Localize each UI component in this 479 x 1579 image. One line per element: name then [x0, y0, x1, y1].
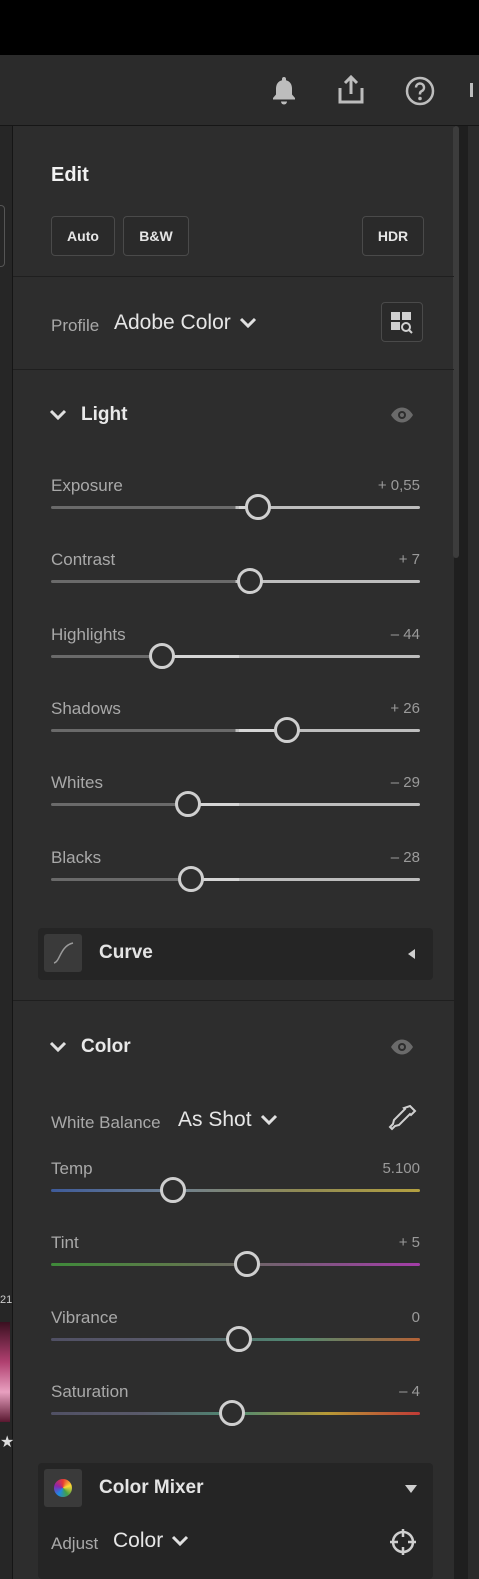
help-icon[interactable] — [402, 73, 438, 109]
light-section-title[interactable]: Light — [81, 404, 127, 426]
tint-value[interactable]: + 5 — [320, 1234, 420, 1251]
color-mixer-title[interactable]: Color Mixer — [99, 1477, 204, 1499]
adjust-dropdown[interactable]: Color — [113, 1529, 189, 1553]
chevron-down-icon — [260, 1114, 277, 1126]
highlights-label: Highlights — [51, 624, 126, 644]
contrast-value[interactable]: + 7 — [320, 551, 420, 568]
white-balance-label: White Balance — [51, 1113, 161, 1132]
temp-slider-handle[interactable] — [159, 1177, 186, 1203]
blacks-slider-handle[interactable] — [178, 865, 205, 892]
saturation-label: Saturation — [51, 1381, 129, 1401]
whites-value[interactable]: – 29 — [320, 774, 420, 791]
tint-label: Tint — [51, 1233, 79, 1253]
shadows-label: Shadows — [51, 698, 121, 718]
section-divider — [13, 369, 454, 370]
edit-panel-scrollbar[interactable] — [453, 126, 459, 558]
profile-grid-icon — [391, 312, 413, 334]
section-divider — [13, 1000, 454, 1001]
saturation-value[interactable]: – 4 — [320, 1383, 420, 1400]
caret-left-icon — [408, 949, 415, 959]
filmstrip-selection-frame — [0, 205, 5, 267]
auto-button[interactable]: Auto — [51, 216, 115, 256]
adjust-value: Color — [113, 1529, 164, 1552]
shadows-slider-track[interactable] — [51, 728, 420, 732]
edit-panel-title: Edit — [51, 164, 89, 186]
blacks-value[interactable]: – 28 — [320, 849, 420, 866]
photo-thumbnail[interactable] — [0, 1322, 10, 1422]
color-mixer-panel: Color Mixer Adjust Color — [38, 1463, 433, 1579]
toolbar — [0, 55, 479, 126]
exposure-slider-handle[interactable] — [244, 494, 271, 520]
light-collapse-chevron-icon[interactable] — [49, 409, 67, 421]
section-divider — [13, 276, 454, 277]
temp-slider-track[interactable] — [51, 1189, 420, 1192]
window-top-bar — [0, 0, 479, 55]
profile-dropdown[interactable]: Adobe Color — [114, 311, 257, 335]
vibrance-value[interactable]: 0 — [320, 1309, 420, 1326]
temp-value[interactable]: 5.100 — [320, 1160, 420, 1177]
whites-slider-handle[interactable] — [174, 791, 201, 818]
color-mixer-icon — [44, 1469, 82, 1507]
photo-count-badge: 21 — [0, 1294, 13, 1306]
share-icon[interactable] — [333, 72, 369, 108]
toolbar-overflow-icon[interactable] — [470, 83, 479, 97]
curve-panel[interactable]: Curve — [38, 928, 433, 980]
saturation-slider-handle[interactable] — [218, 1399, 245, 1426]
temp-label: Temp — [51, 1159, 93, 1178]
shadows-value[interactable]: + 26 — [320, 700, 420, 717]
white-balance-value: As Shot — [178, 1108, 252, 1131]
chevron-down-icon — [172, 1535, 189, 1547]
vibrance-label: Vibrance — [51, 1307, 118, 1327]
bell-icon[interactable] — [268, 73, 300, 107]
vibrance-slider-handle[interactable] — [226, 1325, 253, 1352]
whites-label: Whites — [51, 773, 103, 793]
exposure-label: Exposure — [51, 476, 123, 495]
highlights-slider-handle[interactable] — [148, 642, 175, 669]
hdr-button[interactable]: HDR — [362, 216, 424, 256]
profile-label: Profile — [51, 316, 100, 335]
light-visibility-eye-icon[interactable] — [390, 406, 414, 424]
profile-browser-button[interactable] — [381, 302, 423, 342]
black-white-button[interactable]: B&W — [123, 216, 189, 256]
profile-value: Adobe Color — [114, 311, 231, 334]
contrast-slider-track[interactable] — [51, 580, 420, 584]
white-balance-dropdown[interactable]: As Shot — [178, 1108, 278, 1132]
tint-slider-handle[interactable] — [233, 1251, 260, 1278]
contrast-label: Contrast — [51, 550, 116, 570]
target-adjust-icon[interactable] — [388, 1527, 418, 1557]
right-panel-edge — [468, 126, 479, 1579]
eyedropper-icon[interactable] — [386, 1103, 418, 1135]
caret-down-icon[interactable] — [404, 1484, 418, 1494]
exposure-slider-track[interactable] — [51, 506, 420, 509]
curve-icon — [44, 934, 82, 972]
shadows-slider-handle[interactable] — [274, 716, 301, 743]
exposure-value[interactable]: + 0,55 — [320, 477, 420, 494]
blacks-label: Blacks — [51, 847, 102, 867]
color-collapse-chevron-icon[interactable] — [49, 1041, 67, 1053]
color-section-title[interactable]: Color — [81, 1036, 131, 1058]
adjust-label: Adjust — [51, 1534, 99, 1553]
chevron-down-icon — [239, 317, 256, 329]
color-visibility-eye-icon[interactable] — [390, 1038, 414, 1056]
curve-title: Curve — [99, 942, 153, 963]
highlights-value[interactable]: – 44 — [320, 626, 420, 643]
